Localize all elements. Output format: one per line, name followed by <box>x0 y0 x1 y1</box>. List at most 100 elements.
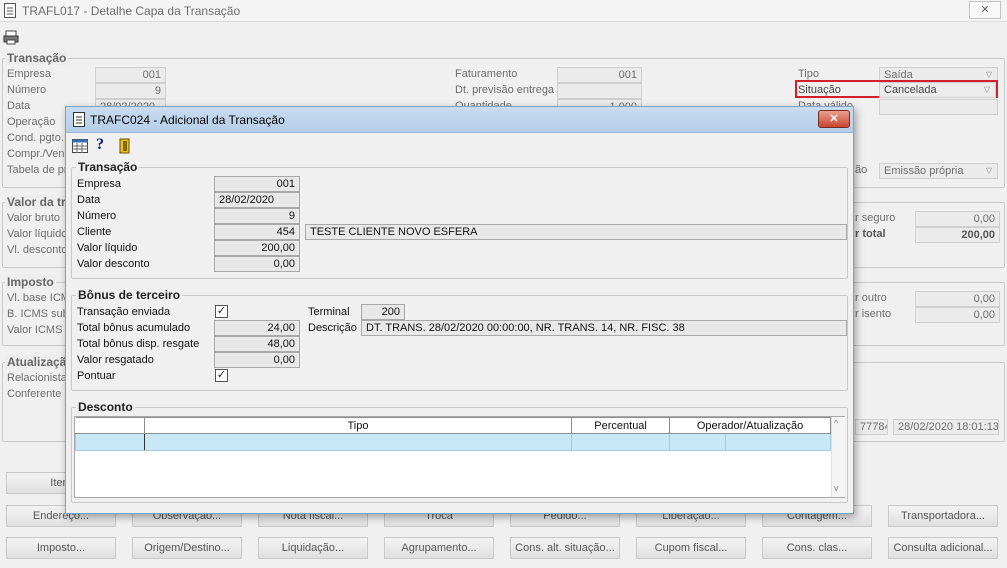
main-outro-label: r outro <box>855 292 887 304</box>
main-imposto-title: Imposto <box>5 275 56 289</box>
printer-icon[interactable] <box>3 30 19 45</box>
transportadora-button[interactable]: Transportadora... <box>888 505 998 527</box>
main-valor-liquido-label: Valor líquido <box>7 228 68 240</box>
valor-desconto-field[interactable]: 0,00 <box>214 256 300 272</box>
pontuar-checkbox[interactable]: ✓ <box>215 369 228 382</box>
cupom-fiscal-button[interactable]: Cupom fiscal... <box>636 537 746 559</box>
transacao-enviada-checkbox[interactable]: ✓ <box>215 305 228 318</box>
document-icon <box>4 3 16 18</box>
cons-clas-button[interactable]: Cons. clas... <box>762 537 872 559</box>
imposto-button[interactable]: Imposto... <box>6 537 116 559</box>
liquidacao-button[interactable]: Liquidação... <box>258 537 368 559</box>
calculator-grid-icon[interactable] <box>72 139 88 153</box>
total-bonus-disp-field[interactable]: 48,00 <box>214 336 300 352</box>
main-base-icms-label: Vl. base ICM <box>7 292 70 304</box>
desconto-grid[interactable]: Tipo Percentual Operador/Atualização ^ v <box>74 416 845 498</box>
total-bonus-acumulado-label: Total bônus acumulado <box>77 322 191 334</box>
scroll-up-icon[interactable]: ^ <box>834 418 838 428</box>
main-vl-desconto-label: Vl. desconto <box>7 244 68 256</box>
main-isento-field[interactable]: 0,00 <box>915 307 1000 323</box>
chevron-down-icon: ▽ <box>983 85 991 94</box>
main-total-field[interactable]: 200,00 <box>915 227 1000 243</box>
data-label: Data <box>77 194 101 206</box>
total-bonus-disp-label: Total bônus disp. resgate <box>77 338 200 350</box>
bonus-title: Bônus de terceiro <box>76 288 183 302</box>
col-operador-header[interactable]: Operador/Atualização <box>669 417 831 434</box>
main-empresa-label: Empresa <box>7 68 52 80</box>
descricao-field[interactable]: DT. TRANS. 28/02/2020 00:00:00, NR. TRAN… <box>361 320 847 336</box>
descricao-label: Descrição <box>308 322 357 334</box>
valor-liquido-label: Valor líquido <box>77 242 138 254</box>
main-situacao-combo[interactable]: Cancelada ▽ <box>879 82 996 98</box>
transacao-enviada-label: Transação enviada <box>77 306 171 318</box>
exit-door-icon[interactable] <box>118 138 132 154</box>
main-emissao-value: Emissão própria <box>884 165 964 177</box>
agrupamento-button[interactable]: Agrupamento... <box>384 537 494 559</box>
tipo-cell[interactable] <box>143 433 573 451</box>
main-cond-pgto-label: Cond. pgto. <box>7 132 64 144</box>
main-seguro-label: r seguro <box>855 212 896 224</box>
main-numero-field[interactable]: 9 <box>95 83 166 99</box>
main-tabela-label: Tabela de pr <box>7 164 68 176</box>
valor-liquido-field[interactable]: 200,00 <box>214 240 300 256</box>
numero-field[interactable]: 9 <box>214 208 300 224</box>
main-valor-title: Valor da tra <box>5 195 75 209</box>
operador-cell[interactable] <box>670 434 830 450</box>
main-data-valido-field[interactable] <box>879 99 998 115</box>
main-window-title: TRAFL017 - Detalhe Capa da Transação <box>22 4 241 18</box>
desconto-table: Tipo Percentual Operador/Atualização <box>75 417 831 451</box>
origem-destino-button[interactable]: Origem/Destino... <box>132 537 242 559</box>
main-valor-bruto-label: Valor bruto <box>7 212 60 224</box>
main-tipo-label: Tipo <box>798 68 819 80</box>
dialog-title-bar: TRAFC024 - Adicional da Transação ✕ <box>66 107 853 133</box>
main-dt-prev-label: Dt. previsão entrega <box>455 84 555 96</box>
desconto-header-row: Tipo Percentual Operador/Atualização <box>75 417 831 434</box>
main-emissao-combo[interactable]: Emissão própria ▽ <box>879 163 998 179</box>
operador-subcell[interactable] <box>670 434 727 450</box>
main-empresa-field[interactable]: 001 <box>95 67 166 83</box>
data-field[interactable]: 28/02/2020 <box>214 192 300 208</box>
main-numero-label: Número <box>7 84 47 96</box>
main-conferente-label: Conferente <box>7 388 62 400</box>
main-relacionista-label: Relacionista <box>7 372 67 384</box>
cliente-code-field[interactable]: 454 <box>214 224 300 240</box>
empresa-label: Empresa <box>77 178 122 190</box>
main-isento-label: r isento <box>855 308 892 320</box>
main-transacao-title: Transação <box>5 51 69 65</box>
valor-resgatado-label: Valor resgatado <box>77 354 154 366</box>
row-selector-cell[interactable] <box>75 433 145 451</box>
cliente-name-field[interactable]: TESTE CLIENTE NOVO ESFERA <box>305 224 847 240</box>
main-emissao-label: ão <box>855 164 868 176</box>
main-outro-field[interactable]: 0,00 <box>915 291 1000 307</box>
cons-alt-situacao-button[interactable]: Cons. alt. situação... <box>510 537 620 559</box>
total-bonus-acumulado-field[interactable]: 24,00 <box>214 320 300 336</box>
valor-resgatado-field[interactable]: 0,00 <box>214 352 300 368</box>
scroll-down-icon[interactable]: v <box>834 483 839 493</box>
col-percentual-header[interactable]: Percentual <box>571 417 671 434</box>
main-total-label: r total <box>855 228 886 240</box>
empresa-field[interactable]: 001 <box>214 176 300 192</box>
main-faturamento-field[interactable]: 001 <box>557 67 642 83</box>
main-situacao-label: Situação <box>798 84 841 96</box>
document-icon <box>73 112 85 127</box>
table-row[interactable] <box>75 433 831 451</box>
dialog-transacao-title: Transação <box>76 160 140 174</box>
terminal-label: Terminal <box>308 306 350 318</box>
main-datetime-field[interactable]: 28/02/2020 18:01:13 <box>893 419 999 435</box>
main-data-label: Data <box>7 100 31 112</box>
main-operador-field[interactable]: 77784 <box>855 419 888 435</box>
desconto-title: Desconto <box>76 400 135 414</box>
numero-label: Número <box>77 210 117 222</box>
main-operacao-label: Operação <box>7 116 56 128</box>
terminal-field[interactable]: 200 <box>361 304 405 320</box>
main-seguro-field[interactable]: 0,00 <box>915 211 1000 227</box>
consulta-adicional-button[interactable]: Consulta adicional... <box>888 537 998 559</box>
grid-scrollbar[interactable]: ^ v <box>831 417 845 497</box>
col-tipo-header[interactable]: Tipo <box>143 417 573 434</box>
help-icon[interactable]: ? <box>96 136 104 154</box>
percentual-cell[interactable] <box>571 433 671 451</box>
dialog-close-button[interactable]: ✕ <box>818 110 850 128</box>
main-close-button[interactable]: ✕ <box>969 1 1001 19</box>
main-dt-prev-field[interactable] <box>557 83 642 99</box>
atualizacao-subcell[interactable] <box>726 434 830 450</box>
